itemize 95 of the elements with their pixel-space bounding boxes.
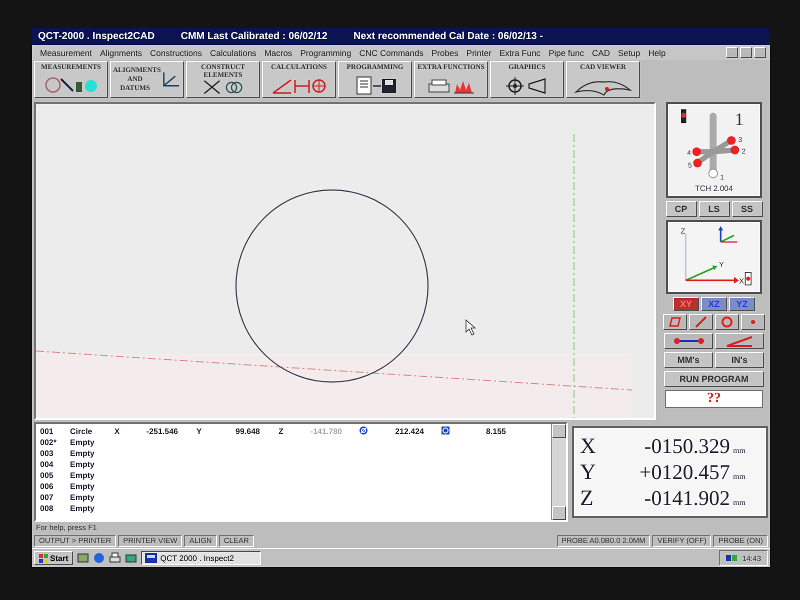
axis-label: Y xyxy=(719,260,724,269)
cursor-icon xyxy=(466,319,476,336)
message-text: ?? xyxy=(665,390,763,408)
windows-logo-icon xyxy=(39,554,48,562)
feature-name[interactable]: Circle xyxy=(70,426,106,436)
menu-item[interactable]: Setup xyxy=(614,48,644,58)
feature-number: 006 xyxy=(40,482,54,490)
menu-item[interactable]: Help xyxy=(644,48,670,58)
menu-item[interactable]: CAD xyxy=(588,48,614,58)
unit-label: mm xyxy=(733,472,746,481)
envelope-launcher[interactable] xyxy=(125,552,138,564)
axis-label: X xyxy=(113,426,121,436)
menu-item[interactable]: Measurement xyxy=(36,48,96,58)
roundness-icon xyxy=(440,426,450,434)
probe-button[interactable]: LS xyxy=(698,201,730,217)
axis-label: X xyxy=(580,433,597,459)
feature-number: 001 xyxy=(40,426,54,436)
feature-value: 8.155 xyxy=(484,426,506,436)
units-button[interactable]: IN's xyxy=(715,352,764,368)
feature-number: 003 xyxy=(40,448,54,458)
restore-button[interactable] xyxy=(740,47,752,58)
menu-item[interactable]: Extra Func xyxy=(495,48,545,58)
lock-icon xyxy=(744,272,752,286)
probe-reading: TCH 2.004 xyxy=(695,184,733,193)
plane-button[interactable] xyxy=(663,314,687,330)
start-button[interactable]: Start xyxy=(34,551,74,565)
feature-number: 007 xyxy=(40,492,54,502)
circle-button[interactable] xyxy=(715,314,739,330)
line-icon xyxy=(693,315,709,329)
plane-icon xyxy=(667,315,683,329)
menu-item[interactable]: Pipe func xyxy=(544,48,588,58)
desktop-icon xyxy=(77,552,90,564)
feature-name[interactable]: Empty xyxy=(70,460,106,468)
close-button[interactable] xyxy=(754,47,766,58)
axis-label: Z xyxy=(680,226,686,236)
unit-label: mm xyxy=(733,446,746,455)
small-axis-triad-icon xyxy=(718,226,738,243)
menu-item[interactable]: Alignments xyxy=(96,48,146,58)
feature-name[interactable]: Empty xyxy=(70,438,106,446)
line-button[interactable] xyxy=(689,314,713,330)
distance-button[interactable] xyxy=(664,333,713,349)
globe-icon xyxy=(93,552,106,564)
next-calibration-text: Next recommended Cal Date : 06/02/13 - xyxy=(353,31,543,42)
taskbar-window-button[interactable]: QCT 2000 . Inspect2 xyxy=(141,551,262,565)
menu-item[interactable]: Printer xyxy=(462,48,496,58)
coordinate-value: -0141.902 xyxy=(643,486,730,511)
circle-icon xyxy=(719,315,735,329)
menu-item[interactable]: Calculations xyxy=(206,48,260,58)
menu-item[interactable]: Macros xyxy=(260,48,296,58)
envelope-icon xyxy=(125,552,138,564)
minimize-button[interactable] xyxy=(726,47,738,58)
feature-number: 008 xyxy=(40,504,54,512)
axis-label: Z xyxy=(278,426,284,436)
probe-number: 1 xyxy=(734,110,744,129)
menu-item[interactable]: Probes xyxy=(427,48,462,58)
network-icon xyxy=(726,553,738,563)
printer-icon xyxy=(109,552,122,564)
calibration-text: CMM Last Calibrated : 06/02/12 xyxy=(180,31,328,42)
feature-value: 99.648 xyxy=(234,426,260,436)
feature-number: 005 xyxy=(40,470,54,480)
feature-value: 212.424 xyxy=(394,426,424,436)
feature-value: -251.546 xyxy=(145,426,178,436)
feature-name[interactable]: Empty xyxy=(70,492,106,502)
printer-launcher[interactable] xyxy=(109,552,122,564)
unit-label: mm xyxy=(733,498,746,507)
axis-label: Y xyxy=(195,426,203,436)
axis-label: Z xyxy=(580,485,594,511)
axes-icon xyxy=(160,70,181,90)
axis-label: Y xyxy=(580,459,597,485)
run-program-button[interactable]: RUN PROGRAM xyxy=(664,371,764,387)
angle-button[interactable] xyxy=(715,333,764,349)
menu-item[interactable]: Constructions xyxy=(146,48,206,58)
coordinate-value: +0120.457 xyxy=(638,460,730,485)
desktop-launcher[interactable] xyxy=(77,552,90,564)
scrollbar[interactable] xyxy=(551,424,566,520)
probe-button[interactable]: SS xyxy=(732,201,762,217)
window-title: QCT-2000 . Inspect2CAD xyxy=(38,31,155,42)
axis-label: X xyxy=(739,276,744,286)
feature-number: 002* xyxy=(40,438,58,446)
units-button[interactable]: MM's xyxy=(664,352,713,368)
point-button[interactable] xyxy=(741,314,765,330)
menu-item[interactable]: Programming xyxy=(296,48,356,58)
diameter-icon xyxy=(358,426,368,434)
feature-value: -141.780 xyxy=(309,426,342,436)
menu-item[interactable]: CNC Commands xyxy=(355,48,428,58)
feature-name[interactable]: Empty xyxy=(70,448,106,458)
probe-button[interactable]: CP xyxy=(666,201,696,217)
axis-triad-icon xyxy=(684,234,739,284)
coordinate-value: -0150.329 xyxy=(643,434,730,459)
feature-name[interactable]: Empty xyxy=(70,504,106,512)
feature-name[interactable]: Empty xyxy=(70,482,106,490)
feature-number: 004 xyxy=(40,460,54,468)
feature-name[interactable]: Empty xyxy=(70,470,106,480)
app-icon xyxy=(145,553,158,563)
angle-icon xyxy=(724,334,756,348)
